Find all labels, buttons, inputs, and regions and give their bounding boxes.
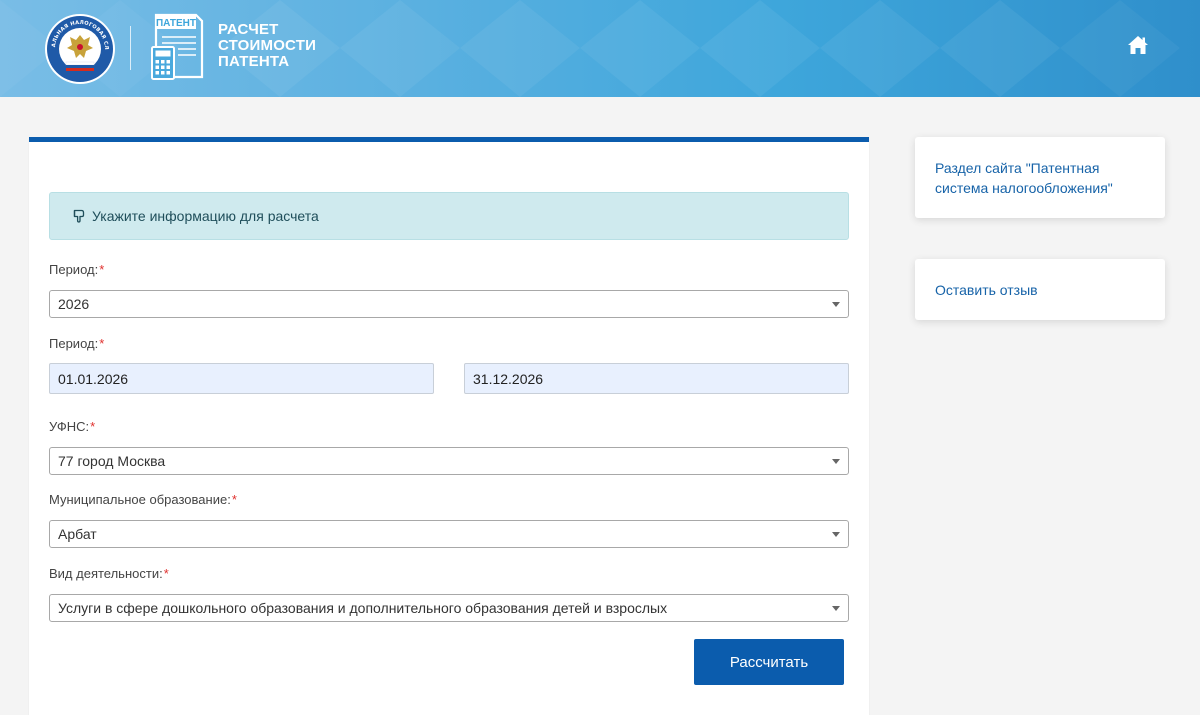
municipality-select[interactable]: Арбат: [49, 520, 849, 548]
required-mark: *: [163, 566, 169, 581]
info-text: Укажите информацию для расчета: [92, 208, 319, 224]
period-year-value: 2026: [58, 296, 90, 312]
required-mark: *: [99, 336, 105, 351]
patent-system-link-card: Раздел сайта "Патентная система налогооб…: [915, 137, 1165, 218]
period-start-date-input[interactable]: 01.01.2026: [49, 363, 434, 394]
municipality-label: Муниципальное образование:*: [49, 492, 237, 507]
period-year-select[interactable]: 2026: [49, 290, 849, 318]
leave-feedback-link[interactable]: Оставить отзыв: [935, 280, 1038, 300]
svg-text:ПАТЕНТ: ПАТЕНТ: [156, 18, 196, 29]
fns-emblem-logo[interactable]: ФЕДЕРАЛЬНАЯ НАЛОГОВАЯ СЛУЖБА: [44, 13, 116, 85]
ufns-label: УФНС:*: [49, 419, 96, 434]
pointing-hand-icon: [73, 209, 85, 223]
header-divider: [130, 26, 131, 70]
period-year-label: Период:*: [49, 262, 105, 277]
feedback-link-card: Оставить отзыв: [915, 259, 1165, 320]
chevron-down-icon: [832, 459, 840, 464]
calculate-button[interactable]: Рассчитать: [694, 639, 844, 685]
header-banner: ФЕДЕРАЛЬНАЯ НАЛОГОВАЯ СЛУЖБА ПАТЕНТ РАСЧ…: [0, 0, 1200, 97]
municipality-value: Арбат: [58, 526, 97, 542]
required-mark: *: [99, 262, 105, 277]
required-mark: *: [90, 419, 96, 434]
activity-value: Услуги в сфере дошкольного образования и…: [58, 600, 668, 616]
activity-label: Вид деятельности:*: [49, 566, 169, 581]
activity-select[interactable]: Услуги в сфере дошкольного образования и…: [49, 594, 849, 622]
calculation-form-card: Укажите информацию для расчета Период:* …: [29, 137, 869, 715]
ufns-value: 77 город Москва: [58, 453, 166, 469]
patent-calculator-icon: ПАТЕНТ: [151, 13, 204, 80]
chevron-down-icon: [832, 302, 840, 307]
patent-system-section-link[interactable]: Раздел сайта "Патентная система налогооб…: [935, 158, 1145, 198]
period-dates-label: Период:*: [49, 336, 105, 351]
required-mark: *: [231, 492, 237, 507]
period-end-date-input[interactable]: 31.12.2026: [464, 363, 849, 394]
app-title: РАСЧЕТ СТОИМОСТИ ПАТЕНТА: [218, 21, 317, 70]
chevron-down-icon: [832, 532, 840, 537]
chevron-down-icon: [832, 606, 840, 611]
info-alert: Укажите информацию для расчета: [49, 192, 849, 240]
ufns-select[interactable]: 77 город Москва: [49, 447, 849, 475]
home-icon[interactable]: [1127, 35, 1149, 55]
